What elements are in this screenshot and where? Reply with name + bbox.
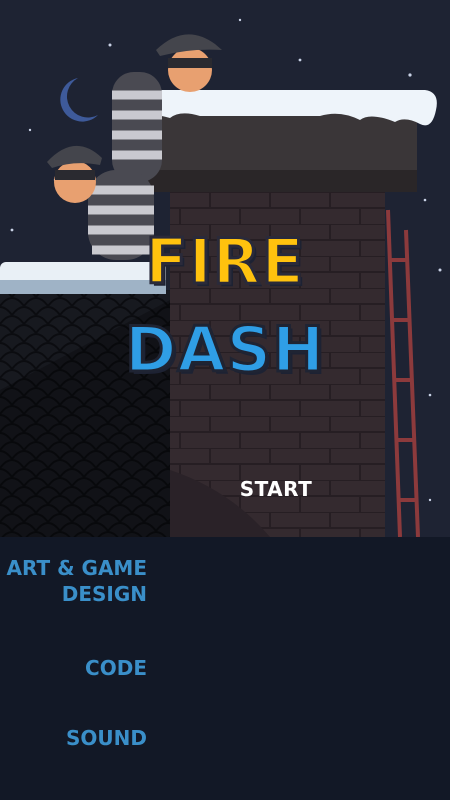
credit-sound[interactable]: SOUND: [66, 725, 147, 751]
start-button[interactable]: START: [220, 472, 332, 506]
credit-art-design[interactable]: ART & GAME DESIGN: [0, 555, 147, 607]
title-word-dash: DASH: [124, 312, 326, 388]
left-rooftop: [0, 262, 170, 537]
game-screen: FIRE DASH START ART & GAME DESIGN CODE S…: [0, 0, 450, 800]
credit-art-line2: DESIGN: [61, 582, 147, 606]
credit-art-line1: ART & GAME: [6, 556, 147, 580]
credit-code[interactable]: CODE: [85, 655, 147, 681]
title-word-fire: FIRE: [144, 224, 306, 300]
credits-panel: ART & GAME DESIGN CODE SOUND: [0, 537, 450, 800]
